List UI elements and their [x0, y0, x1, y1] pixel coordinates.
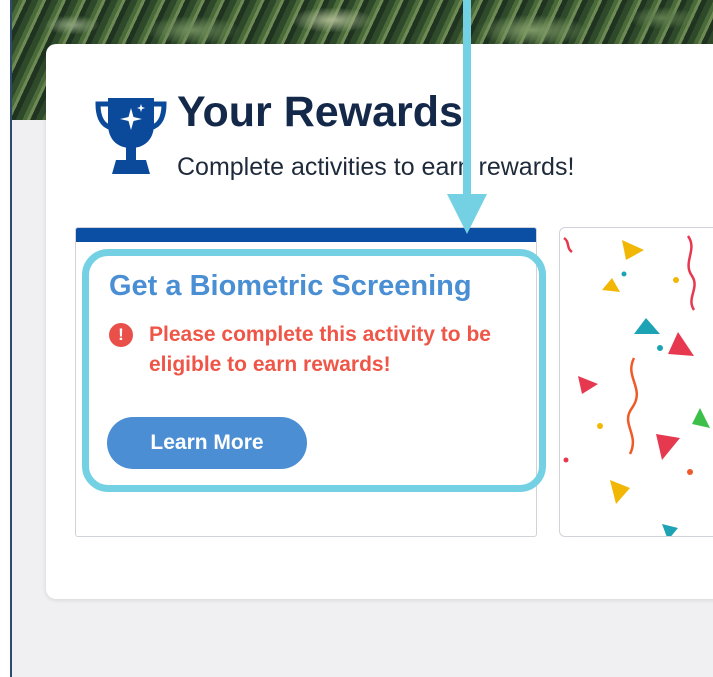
activity-warning-text: Please complete this activity to be elig…: [149, 323, 491, 376]
activity-title[interactable]: Get a Biometric Screening: [109, 270, 472, 303]
learn-more-button[interactable]: Learn More: [107, 417, 307, 469]
confetti-card: [559, 227, 713, 537]
page-subtitle: Complete activities to earn rewards!: [177, 153, 575, 181]
page-title: Your Rewards: [177, 88, 463, 136]
trophy-icon: [95, 98, 167, 174]
alert-circle-icon: !: [109, 323, 133, 347]
annotation-arrow-icon: [447, 0, 487, 234]
confetti-illustration: [563, 235, 710, 536]
app-frame: Your Rewards Complete activities to earn…: [10, 0, 713, 677]
